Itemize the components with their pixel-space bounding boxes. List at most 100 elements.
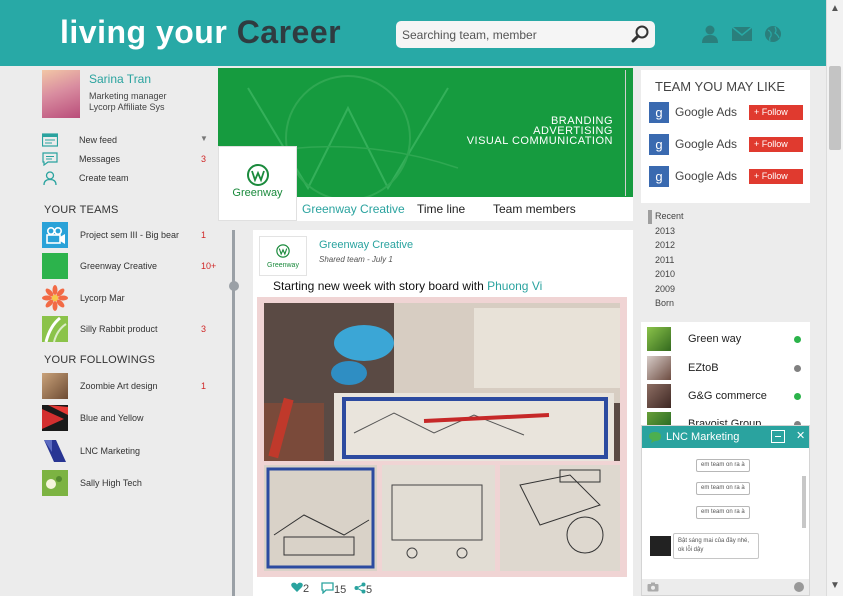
year-link[interactable]: 2012 bbox=[655, 240, 675, 250]
year-link[interactable]: 2010 bbox=[655, 269, 675, 279]
post-meta: Shared team - July 1 bbox=[319, 255, 393, 264]
camera-icon[interactable] bbox=[647, 582, 659, 592]
following-item-blue-yellow[interactable]: Blue and Yellow bbox=[42, 405, 222, 431]
globe-icon[interactable] bbox=[763, 24, 783, 44]
contact-item[interactable]: G&G commerce bbox=[647, 384, 807, 408]
following-item-sally-high-tech[interactable]: Sally High Tech bbox=[42, 470, 222, 496]
follow-label: Follow bbox=[761, 107, 788, 117]
timeline-year-nav: Recent 2013 2012 2011 2010 2009 Born bbox=[648, 210, 728, 310]
team-logo-text: Greenway bbox=[232, 187, 283, 199]
greenway-logo-icon bbox=[276, 244, 290, 258]
team-item-lycorp-mar[interactable]: Lycorp Mar bbox=[42, 285, 222, 311]
profile-avatar[interactable] bbox=[42, 70, 80, 118]
post-author[interactable]: Greenway Creative bbox=[319, 239, 413, 251]
tab-time-line[interactable]: Time line bbox=[417, 202, 465, 216]
chat-message: em team on ra à bbox=[696, 459, 750, 472]
follow-button[interactable]: + Follow bbox=[749, 105, 803, 120]
team-label: Silly Rabbit product bbox=[80, 324, 158, 334]
create-team-icon bbox=[43, 171, 57, 185]
google-icon: g bbox=[649, 166, 669, 187]
year-active-indicator bbox=[648, 210, 652, 224]
year-link[interactable]: Recent bbox=[655, 211, 684, 221]
follow-button[interactable]: + Follow bbox=[749, 169, 803, 184]
contact-item[interactable]: EZtoB bbox=[647, 356, 807, 380]
following-label: LNC Marketing bbox=[80, 446, 141, 456]
contact-list: Green way EZtoB G&G commerce Bravoist Gr… bbox=[641, 322, 810, 432]
team-logo[interactable]: Greenway bbox=[218, 146, 297, 221]
suggestion-item[interactable]: g Google Ads + Follow bbox=[649, 166, 807, 188]
greenway-logo-icon bbox=[247, 164, 269, 186]
year-link[interactable]: 2011 bbox=[655, 255, 674, 265]
scroll-thumb[interactable] bbox=[829, 66, 841, 150]
logo-text-living-your: living your bbox=[60, 14, 228, 50]
your-followings-title: YOUR FOLLOWINGS bbox=[44, 354, 156, 366]
team-item-project-sem[interactable]: Project sem III - Big bear 1 bbox=[42, 222, 222, 248]
following-label: Sally High Tech bbox=[80, 478, 142, 488]
post-mention-link[interactable]: Phuong Vi bbox=[487, 279, 542, 293]
post-avatar[interactable]: Greenway bbox=[259, 236, 307, 276]
mail-icon[interactable] bbox=[731, 24, 753, 44]
post-photo-thumb[interactable] bbox=[500, 465, 620, 571]
menu-item-create-team[interactable]: Create team bbox=[40, 171, 210, 187]
chat-header[interactable]: LNC Marketing ✕ bbox=[642, 426, 809, 448]
following-item-lnc-marketing[interactable]: LNC Marketing bbox=[42, 438, 222, 464]
year-link[interactable]: 2013 bbox=[655, 226, 675, 236]
heart-icon bbox=[291, 582, 303, 592]
contact-avatar bbox=[647, 384, 671, 408]
search-icon[interactable] bbox=[631, 24, 651, 44]
team-item-silly-rabbit[interactable]: Silly Rabbit product 3 bbox=[42, 316, 222, 342]
profile-name[interactable]: Sarina Tran bbox=[89, 72, 151, 86]
team-item-greenway-creative[interactable]: Greenway Creative 10+ bbox=[42, 253, 222, 279]
user-icon[interactable] bbox=[700, 24, 720, 44]
contact-name: Green way bbox=[688, 333, 742, 345]
contact-avatar bbox=[647, 327, 671, 351]
following-item-zoombie[interactable]: Zoombie Art design 1 bbox=[42, 373, 222, 399]
menu-item-messages[interactable]: Messages 3 bbox=[40, 152, 210, 168]
suggestion-item[interactable]: g Google Ads + Follow bbox=[649, 134, 807, 156]
chevron-down-icon[interactable]: ▼ bbox=[200, 134, 208, 143]
chat-input-bar[interactable] bbox=[642, 579, 809, 595]
menu-label: Create team bbox=[79, 173, 129, 183]
scroll-down-icon[interactable]: ▼ bbox=[830, 580, 840, 591]
app-logo[interactable]: living your Career bbox=[60, 14, 341, 51]
following-thumbnail bbox=[42, 438, 68, 464]
team-label: Lycorp Mar bbox=[80, 293, 125, 303]
page-scrollbar[interactable]: ▲ ▼ bbox=[826, 0, 843, 596]
year-link[interactable]: 2009 bbox=[655, 284, 675, 294]
contact-avatar bbox=[647, 356, 671, 380]
follow-button[interactable]: + Follow bbox=[749, 137, 803, 152]
comment-button[interactable]: 15 bbox=[321, 582, 346, 596]
flower-icon bbox=[42, 285, 68, 311]
team-you-may-like-panel: TEAM YOU MAY LIKE g Google Ads + Follow … bbox=[641, 70, 810, 203]
suggestion-label: Google Ads bbox=[675, 169, 738, 183]
tab-team-members[interactable]: Team members bbox=[493, 202, 576, 216]
post-photo-thumb[interactable] bbox=[382, 465, 495, 571]
year-link[interactable]: Born bbox=[655, 298, 674, 308]
like-count: 2 bbox=[303, 583, 310, 595]
chat-sender-avatar bbox=[650, 536, 671, 556]
chat-title: LNC Marketing bbox=[666, 431, 740, 443]
contact-name: G&G commerce bbox=[688, 390, 767, 402]
close-icon[interactable]: ✕ bbox=[796, 429, 805, 442]
follow-label: Follow bbox=[761, 139, 788, 149]
like-button[interactable]: 2 bbox=[291, 582, 309, 595]
suggestion-item[interactable]: g Google Ads + Follow bbox=[649, 102, 807, 124]
post-photo-main[interactable] bbox=[264, 303, 620, 461]
scroll-up-icon[interactable]: ▲ bbox=[830, 3, 840, 14]
minimize-icon[interactable] bbox=[771, 430, 785, 443]
post-photo-thumb[interactable] bbox=[264, 465, 377, 571]
menu-item-new-feed[interactable]: New feed ▼ bbox=[40, 133, 210, 149]
messages-icon bbox=[42, 152, 58, 166]
tab-greenway-creative[interactable]: Greenway Creative bbox=[302, 202, 405, 216]
online-status-icon bbox=[794, 393, 801, 400]
search-input[interactable] bbox=[402, 25, 627, 44]
contact-item[interactable]: Green way bbox=[647, 327, 807, 351]
share-button[interactable]: 5 bbox=[354, 582, 372, 596]
chat-scrollbar[interactable] bbox=[802, 476, 806, 528]
contact-name: EZtoB bbox=[688, 362, 719, 374]
post-photo-gallery bbox=[257, 297, 627, 577]
emoji-icon[interactable] bbox=[794, 582, 804, 592]
offline-status-icon bbox=[794, 365, 801, 372]
chat-received-message: Bật sáng mai của đây nhé, ok lỗi dậy bbox=[673, 533, 759, 559]
timeline-marker bbox=[229, 281, 239, 291]
